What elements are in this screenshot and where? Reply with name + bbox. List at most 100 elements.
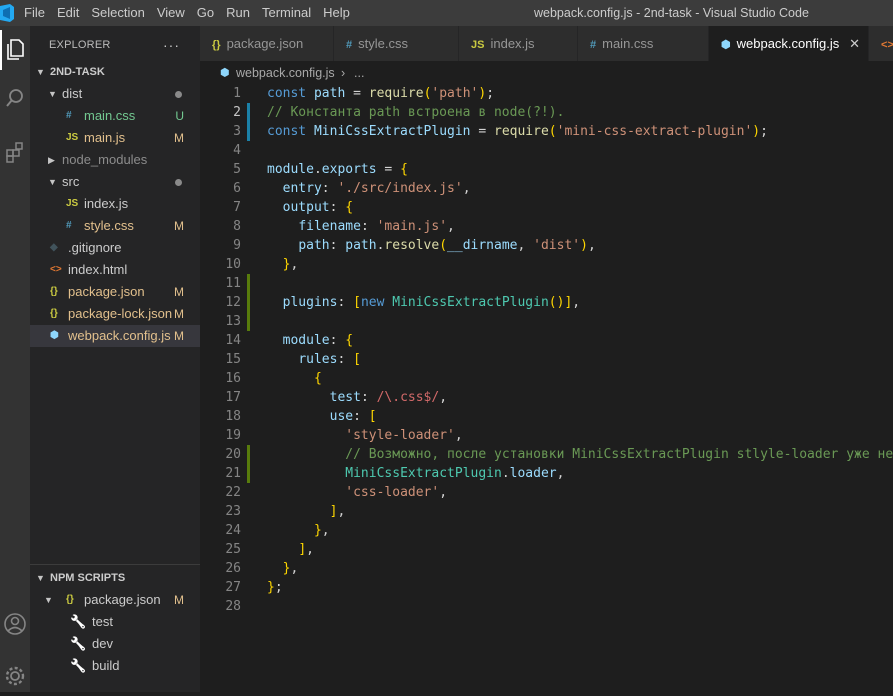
code-line: 26 }, (200, 559, 893, 578)
code-text: test: /\.css$/, (329, 390, 448, 405)
menu-run[interactable]: Run (226, 0, 259, 26)
json-file-icon: {} (50, 286, 58, 297)
code-text: plugins: [new MiniCssExtractPlugin()], (282, 295, 581, 310)
tab-label: style.css (358, 36, 408, 51)
line-number: 15 (225, 352, 241, 367)
search-icon[interactable] (0, 78, 30, 118)
menu-help[interactable]: Help (323, 0, 359, 26)
modified-dot-icon (175, 91, 182, 98)
npm-script-build[interactable]: 🔧 build (30, 655, 200, 677)
chevron-down-icon: ▼ (48, 177, 57, 187)
explorer-title-label: EXPLORER (49, 39, 111, 51)
npm-script-test[interactable]: 🔧 test (30, 611, 200, 633)
git-status-badge: M (174, 285, 184, 299)
tree-item-webpack-config-js[interactable]: ⬢ webpack.config.js M (30, 325, 200, 347)
file-label: style.css (84, 218, 134, 233)
tab-package-json[interactable]: {} package.json (200, 26, 334, 61)
tree-item-index-js[interactable]: JS index.js (30, 193, 200, 215)
code-line: 22 'css-loader', (200, 483, 893, 502)
tab-style-css[interactable]: # style.css (334, 26, 459, 61)
file-label: webpack.config.js (68, 328, 171, 343)
git-file-icon: ◆ (50, 242, 58, 253)
code-text: ], (329, 504, 346, 519)
code-editor[interactable]: 1 const path = require('path'); 2 // Конста… (200, 83, 893, 692)
menu-terminal[interactable]: Terminal (262, 0, 320, 26)
breadcrumb-file[interactable]: webpack.config.js (236, 61, 335, 85)
file-label: index.js (84, 196, 129, 211)
css-file-icon: # (66, 110, 72, 121)
tab-webpack-config-js[interactable]: ⬢ webpack.config.js ✕ (709, 26, 869, 61)
folder-label: src (62, 174, 80, 189)
code-line: 16 { (200, 369, 893, 388)
close-icon[interactable]: ✕ (849, 26, 860, 61)
tree-item-package-lock-json[interactable]: {} package-lock.json M (30, 303, 200, 325)
project-section-header[interactable]: ▼ 2ND-TASK (30, 61, 200, 83)
code-text: const MiniCssExtractPlugin = require('mi… (267, 124, 768, 139)
code-line: 1 const path = require('path'); (200, 84, 893, 103)
editor-tabs: {} package.json # style.css JS index.js # main.… (200, 26, 893, 61)
tree-item--gitignore[interactable]: ◆ .gitignore (30, 237, 200, 259)
code-text: const path = require('path'); (267, 86, 495, 101)
code-line: 4 (200, 141, 893, 160)
code-text: module.exports = { (267, 162, 408, 177)
tree-item-src[interactable]: ▼ src (30, 171, 200, 193)
tree-item-index-html[interactable]: <> index.html (30, 259, 200, 281)
tree-item-package-json[interactable]: {} package.json M (30, 281, 200, 303)
tree-item-main-css[interactable]: # main.css U (30, 105, 200, 127)
window-title: webpack.config.js - 2nd-task - Visual St… (534, 6, 809, 20)
line-number: 12 (225, 295, 241, 310)
line-number: 25 (225, 542, 241, 557)
tab-main-css[interactable]: # main.css (578, 26, 709, 61)
git-status-badge: M (174, 131, 184, 145)
more-actions-icon[interactable]: ··· (163, 26, 180, 64)
menu-view[interactable]: View (157, 0, 194, 26)
chevron-down-icon: ▼ (48, 89, 57, 99)
menu-selection[interactable]: Selection (91, 0, 153, 26)
code-line: 12 plugins: [new MiniCssExtractPlugin()]… (200, 293, 893, 312)
npm-package-file[interactable]: ▼ {} package.json M (30, 589, 200, 611)
npm-script-dev[interactable]: 🔧 dev (30, 633, 200, 655)
tree-item-style-css[interactable]: # style.css M (30, 215, 200, 237)
code-line: 23 ], (200, 502, 893, 521)
file-tree: ▼ dist # main.css U JS main.js M ▶ node_modules ▼ s… (30, 83, 200, 347)
line-number: 19 (225, 428, 241, 443)
line-number: 24 (225, 523, 241, 538)
code-text: ], (298, 542, 314, 557)
code-line: 10 }, (200, 255, 893, 274)
tab-index-js[interactable]: JS index.js (459, 26, 578, 61)
line-number: 20 (225, 447, 241, 462)
line-number: 1 (233, 86, 241, 101)
line-number: 13 (225, 314, 241, 329)
line-number: 10 (225, 257, 241, 272)
explorer-activity-icon[interactable] (0, 30, 30, 70)
tab-file-icon: # (590, 39, 597, 51)
account-icon[interactable] (0, 604, 30, 644)
tree-item-main-js[interactable]: JS main.js M (30, 127, 200, 149)
code-text: // Константа path встроена в node(?!). (267, 105, 565, 120)
git-status-badge: M (174, 307, 184, 321)
code-text: }; (267, 580, 283, 595)
modified-dot-icon (175, 179, 182, 186)
tab-i[interactable]: <>i (869, 26, 893, 61)
menu-file[interactable]: File (24, 0, 54, 26)
line-number: 21 (225, 466, 241, 481)
menu-go[interactable]: Go (197, 0, 223, 26)
code-text: }, (282, 561, 299, 576)
js-file-icon: JS (66, 132, 79, 143)
code-line: 6 entry: './src/index.js', (200, 179, 893, 198)
settings-gear-icon[interactable] (0, 656, 30, 696)
folder-label: node_modules (62, 152, 148, 167)
npm-scripts-header[interactable]: ▼ NPM SCRIPTS (30, 567, 200, 589)
tree-item-node-modules[interactable]: ▶ node_modules (30, 149, 200, 171)
tree-item-dist[interactable]: ▼ dist (30, 83, 200, 105)
code-text: rules: [ (298, 352, 361, 367)
menu-edit[interactable]: Edit (57, 0, 88, 26)
code-line: 2 // Константа path встроена в node(?!). (200, 103, 893, 122)
tab-label: index.js (490, 36, 535, 51)
extensions-icon[interactable] (0, 132, 30, 172)
wrench-icon: 🔧 (70, 658, 87, 673)
breadcrumb-rest[interactable]: ... (354, 61, 364, 85)
json-file-icon: {} (50, 308, 58, 319)
git-change-marker (247, 103, 250, 122)
code-line: 18 use: [ (200, 407, 893, 426)
